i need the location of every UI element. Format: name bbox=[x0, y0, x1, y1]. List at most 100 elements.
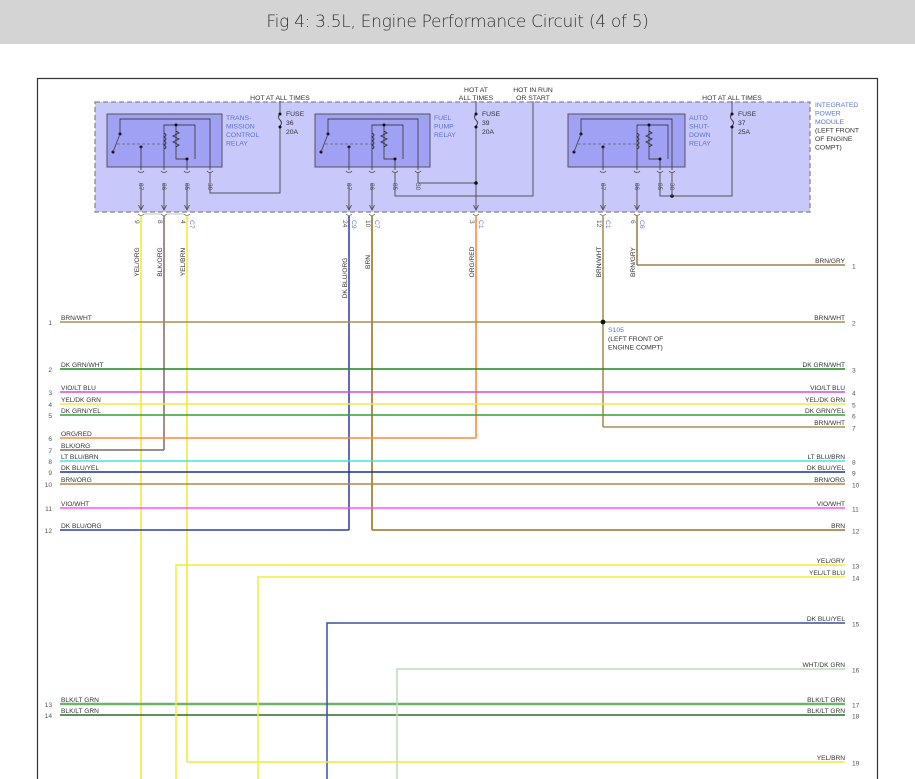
module-name: POWER bbox=[815, 111, 841, 118]
fuse-label: FUSE bbox=[738, 111, 757, 118]
junction-dot bbox=[474, 112, 478, 116]
relay-pin-number: 86 bbox=[368, 183, 375, 191]
wire-color-label: DK BLU/YEL bbox=[61, 465, 99, 472]
wire-color-label: BLK/ORG bbox=[157, 247, 164, 276]
wire-color-label: YEL/BRN bbox=[180, 248, 187, 276]
module-location: COMPT) bbox=[815, 145, 842, 152]
relay-pin-number: 86 bbox=[633, 183, 640, 191]
fuse-number: 37 bbox=[738, 120, 746, 127]
circuit-number: 5 bbox=[48, 413, 52, 420]
connector-pin-number: 6 bbox=[629, 220, 636, 224]
wire-color-label: BRN bbox=[365, 255, 372, 269]
circuit-number: 2 bbox=[48, 367, 52, 374]
wire-color-label: DK GRN/WHT bbox=[803, 362, 846, 369]
junction-dot bbox=[382, 123, 386, 127]
fuse-number: 39 bbox=[482, 120, 490, 127]
relay-pin-number: 87 bbox=[599, 183, 606, 191]
circuit-number: 12 bbox=[852, 529, 860, 536]
relay-name: RELAY bbox=[226, 141, 248, 148]
module-location: (LEFT FRONT bbox=[815, 128, 859, 135]
relay-name: RELAY bbox=[434, 132, 456, 139]
connector-pin-number: 12 bbox=[595, 220, 602, 228]
wiring-diagram: 9YEL/ORG8BLK/ORG4 C7YEL/BRN24 C9DK BLU/ORG… bbox=[36, 77, 879, 779]
wire-color-label: LT BLU/BRN bbox=[61, 454, 99, 461]
circuit-number: 14 bbox=[852, 576, 860, 583]
wire-color-label: BLK/ORG bbox=[61, 443, 90, 450]
power-source-label: HOT AT bbox=[464, 87, 488, 94]
circuit-number: 18 bbox=[852, 714, 860, 721]
module-name: INTEGRATED bbox=[815, 102, 858, 109]
wire-color-label: YEL/BRN bbox=[817, 755, 845, 762]
connector-pin-number: 4 bbox=[179, 220, 186, 224]
power-source-label: ALL TIMES bbox=[459, 95, 494, 102]
relay-name: AUTO bbox=[689, 115, 708, 122]
circuit-number: 13 bbox=[45, 702, 53, 709]
wire-color-label: DK GRN/YEL bbox=[805, 408, 845, 415]
wire-color-label: DK GRN/YEL bbox=[61, 408, 101, 415]
relay-pin-number: 87 bbox=[345, 183, 352, 191]
circuit-number: 11 bbox=[45, 506, 52, 513]
wire-color-label: BRN bbox=[831, 523, 845, 530]
circuit-number: 10 bbox=[45, 482, 53, 489]
junction-dot bbox=[730, 125, 734, 129]
junction-dot bbox=[730, 112, 734, 116]
wire-color-label: BRN/ORG bbox=[61, 477, 92, 484]
wire-color-label: VIO/LT BLU bbox=[61, 385, 96, 392]
junction-dot bbox=[278, 112, 282, 116]
circuit-number: 4 bbox=[852, 391, 856, 398]
wire-color-label: ORG/RED bbox=[61, 431, 92, 438]
circuit-number: 2 bbox=[852, 321, 856, 328]
connector-pin-number: 9 bbox=[133, 220, 140, 224]
wire-color-label: WHT/DK GRN bbox=[803, 662, 846, 669]
wire-color-label: BRN/WHT bbox=[596, 247, 603, 278]
wire-color-label: BRN/GRY bbox=[815, 258, 846, 265]
circuit-number: 7 bbox=[48, 448, 52, 455]
wire-color-label: BLK/LT GRN bbox=[61, 697, 99, 704]
circuit-number: 17 bbox=[852, 703, 860, 710]
junction-dot bbox=[658, 157, 662, 161]
circuit-number: 8 bbox=[852, 460, 856, 467]
circuit-number: 6 bbox=[852, 414, 856, 421]
relay-name: CONTROL bbox=[226, 132, 259, 139]
wire-color-label: YEL/LT BLU bbox=[809, 570, 845, 577]
circuit-number: 7 bbox=[852, 426, 856, 433]
circuit-number: 9 bbox=[48, 470, 52, 477]
relay-name: PUMP bbox=[434, 124, 454, 131]
fuse-label: FUSE bbox=[286, 111, 305, 118]
junction-dot bbox=[600, 319, 606, 325]
wire-color-label: BRN/WHT bbox=[61, 315, 92, 322]
wire-color-label: YEL/GRY bbox=[817, 558, 846, 565]
splice-location: (LEFT FRONT OF bbox=[608, 336, 663, 343]
circuit-number: 11 bbox=[852, 507, 859, 514]
relay-name: MISSION bbox=[226, 124, 255, 131]
connector-name: C9 bbox=[350, 220, 357, 229]
splice-id: S105 bbox=[608, 327, 624, 334]
junction-dot bbox=[647, 123, 651, 127]
figure-title: Fig 4: 3.5L, Engine Performance Circuit … bbox=[266, 12, 649, 32]
circuit-number: 13 bbox=[852, 564, 860, 571]
circuit-number: 3 bbox=[852, 368, 856, 375]
connector-pin-number: 24 bbox=[341, 220, 348, 228]
wire-color-label: LT BLU/BRN bbox=[808, 454, 846, 461]
wire-color-label: YEL/DK GRN bbox=[805, 397, 845, 404]
fuse-rating: 25A bbox=[738, 129, 751, 136]
relay-pin-number: 85 bbox=[391, 183, 398, 191]
circuit-number: 6 bbox=[48, 436, 52, 443]
relay-box bbox=[567, 113, 686, 168]
circuit-number: 15 bbox=[852, 622, 860, 629]
relay-pin-number: 85 bbox=[656, 183, 663, 191]
relay-pin-number: 30 bbox=[668, 183, 675, 191]
junction-dot bbox=[278, 125, 282, 129]
circuit-number: 12 bbox=[45, 528, 53, 535]
relay-pin-number: 30 bbox=[206, 183, 213, 191]
relay-pin-number: 86 bbox=[160, 183, 167, 191]
relay-pin-number: 30 bbox=[414, 183, 421, 191]
wire-color-label: BLK/LT GRN bbox=[807, 708, 845, 715]
wire-color-label: BRN/WHT bbox=[814, 420, 845, 427]
wire-color-label: DK BLU/YEL bbox=[807, 616, 845, 623]
module-name: MODULE bbox=[815, 119, 845, 126]
wire-color-label: BRN/WHT bbox=[814, 315, 845, 322]
circuit-number: 10 bbox=[852, 483, 860, 490]
wire-color-label: BLK/LT GRN bbox=[61, 708, 99, 715]
relay-pin-number: 87 bbox=[137, 183, 144, 191]
